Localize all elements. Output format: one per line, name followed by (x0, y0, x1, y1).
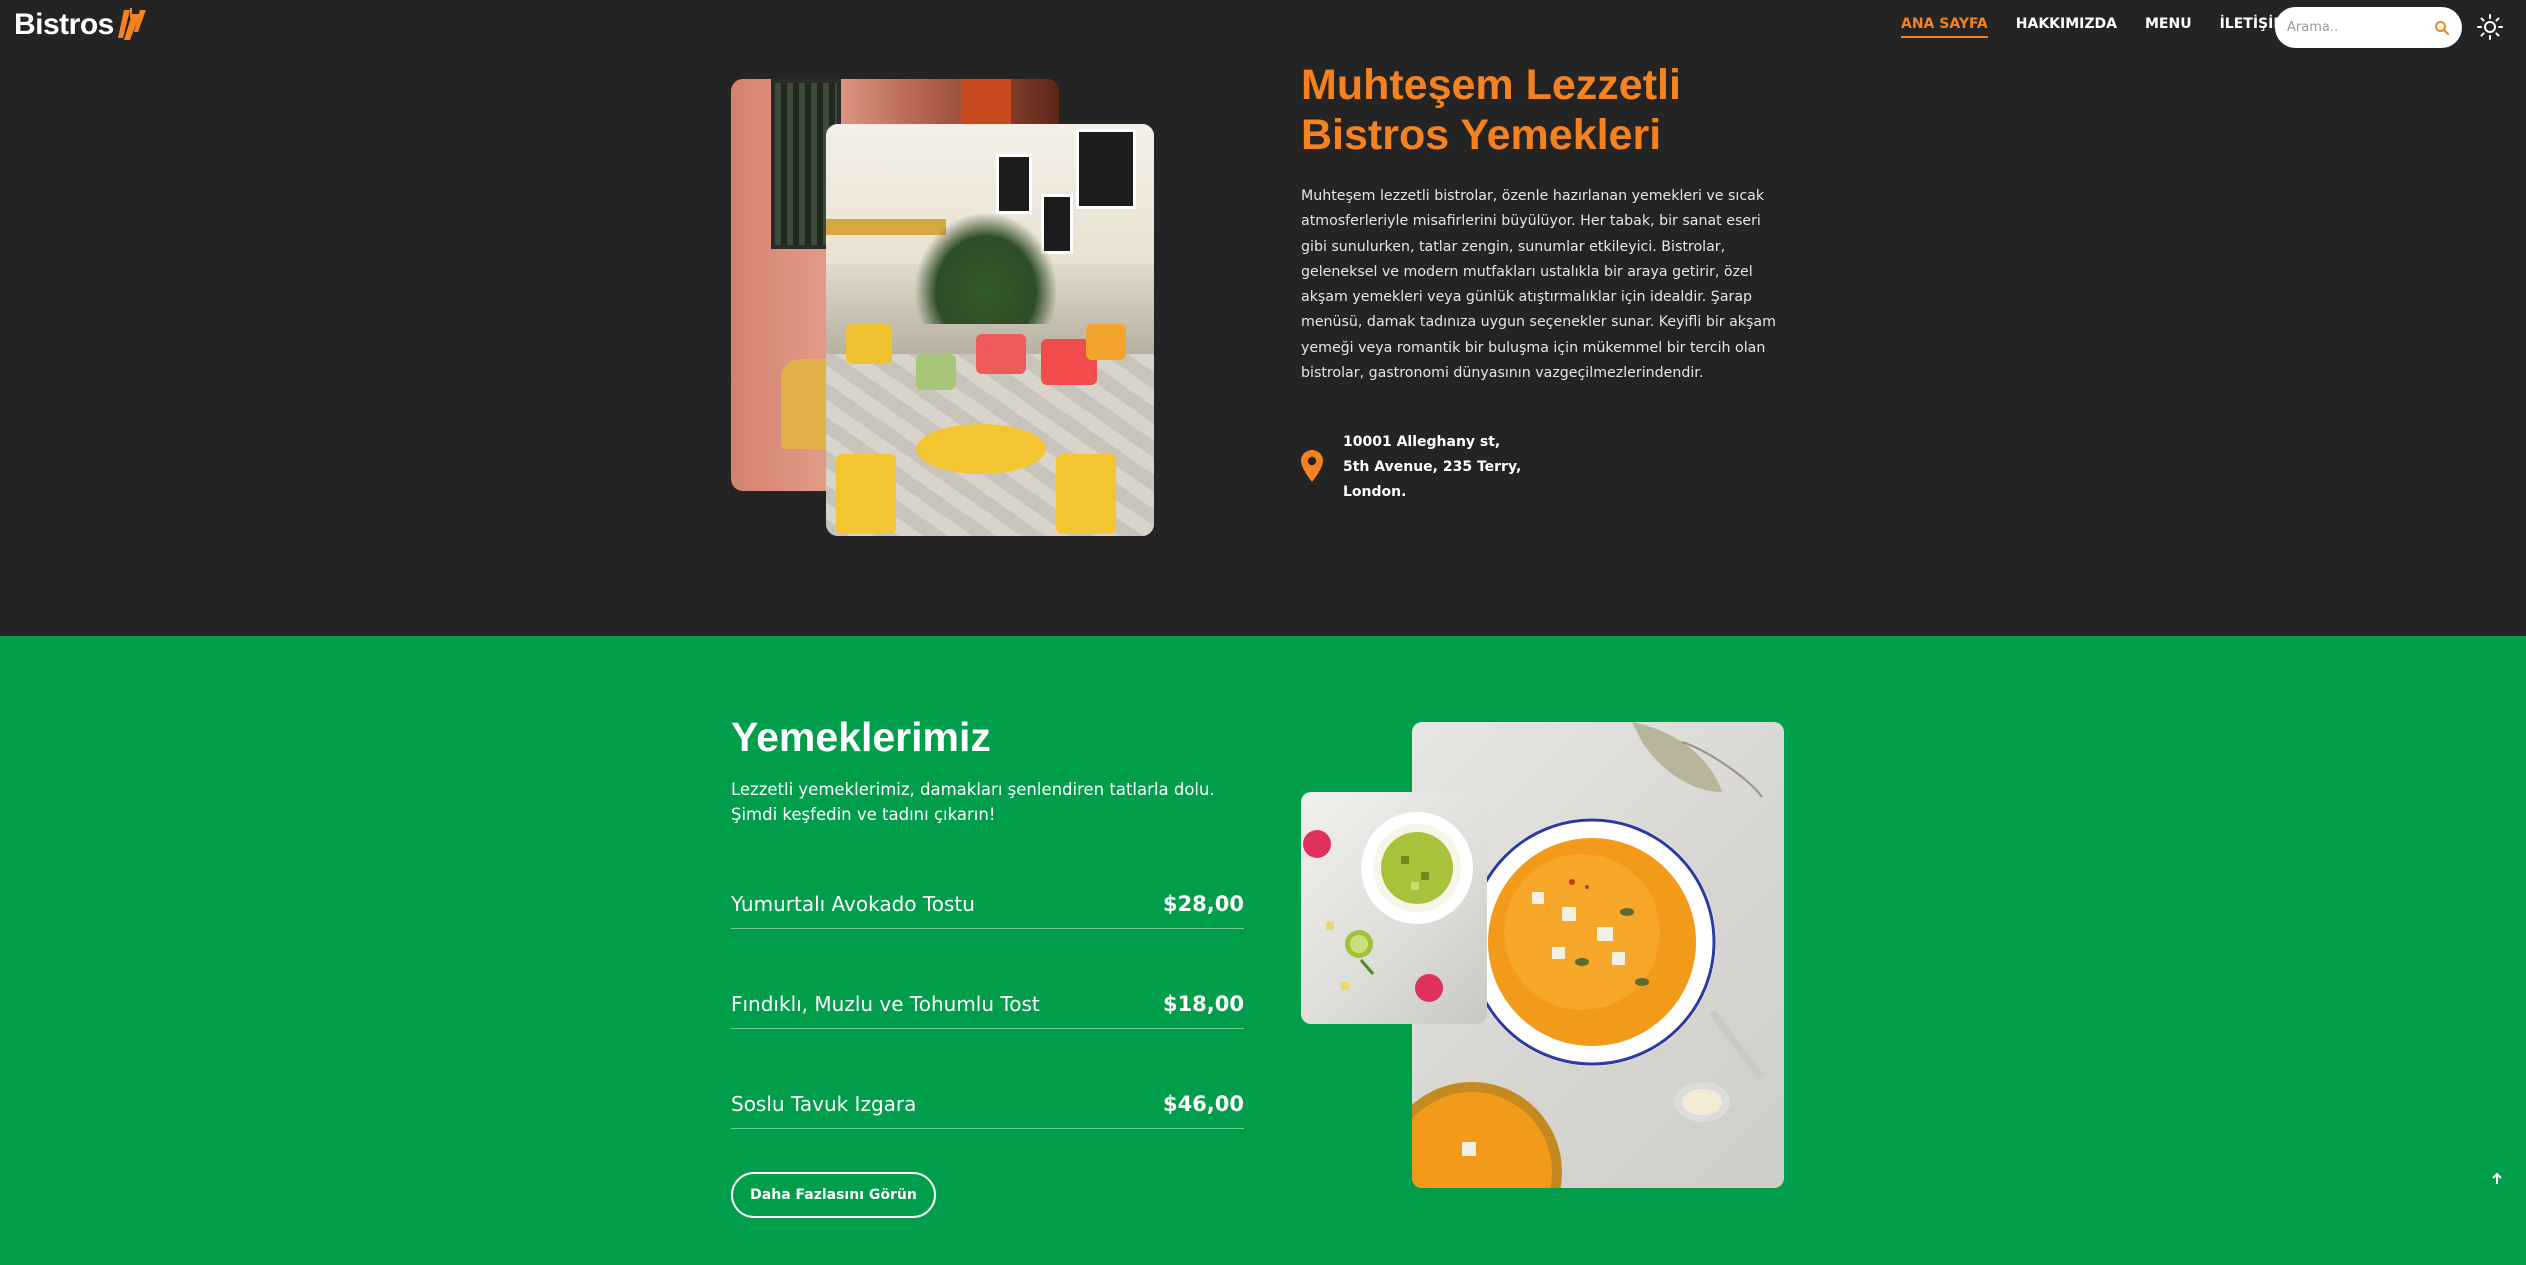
nav-link-home[interactable]: ANA SAYFA (1901, 16, 1988, 38)
nav-link-about[interactable]: HAKKIMIZDA (2016, 16, 2117, 38)
search-icon[interactable] (2434, 20, 2450, 36)
nav-link-menu[interactable]: MENU (2145, 16, 2192, 38)
address-line: 10001 Alleghany st, (1343, 434, 1501, 450)
utensils-logo-icon (117, 8, 146, 40)
menu-section: Yemeklerimiz Lezzetli yemeklerimiz, dama… (0, 636, 2526, 1265)
menu-subtitle: Lezzetli yemeklerimiz, damakları şenlend… (731, 780, 1215, 824)
menu-item-name: Soslu Tavuk Izgara (731, 1091, 917, 1116)
nav-menu: ANA SAYFA HAKKIMIZDA MENU İLETİŞİM (1901, 16, 2315, 38)
menu-item-name: Yumurtalı Avokado Tostu (731, 891, 975, 916)
address-line: 5th Avenue, 235 Terry, (1343, 459, 1522, 475)
hero-description: Muhteşem lezzetli bistrolar, özenle hazı… (1301, 188, 1776, 382)
scroll-to-top-icon[interactable] (2490, 1172, 2504, 1186)
address: 10001 Alleghany st, 5th Avenue, 235 Terr… (1343, 430, 1523, 505)
menu-item[interactable]: Yumurtalı Avokado Tostu $28,00 (731, 879, 1244, 929)
menu-item[interactable]: Soslu Tavuk Izgara $46,00 (731, 1079, 1244, 1129)
hero-title-line2: Bistros Yemekleri (1301, 111, 1662, 159)
search-box (2275, 7, 2462, 48)
menu-title: Yemeklerimiz (731, 714, 991, 760)
logo-text: Bistros (14, 8, 114, 41)
hero-title: Muhteşem Lezzetli Bistros Yemekleri (1301, 60, 1821, 160)
menu-item-price: $18,00 (1162, 991, 1244, 1016)
address-line: London. (1343, 484, 1407, 500)
hero-section: Muhteşem Lezzetli Bistros Yemekleri Muht… (0, 0, 2526, 636)
menu-item-price: $46,00 (1162, 1091, 1244, 1116)
menu-item-price: $28,00 (1162, 891, 1244, 916)
outdoor-terrace-photo (826, 124, 1154, 536)
hero-title-line1: Muhteşem Lezzetli (1301, 61, 1681, 109)
search-input[interactable] (2287, 20, 2427, 35)
menu-item[interactable]: Fındıklı, Muzlu ve Tohumlu Tost $18,00 (731, 979, 1244, 1029)
location-pin-icon (1301, 450, 1323, 482)
avocado-bowl-photo (1301, 792, 1487, 1024)
logo[interactable]: Bistros (14, 8, 150, 42)
see-more-button[interactable]: Daha Fazlasını Görün (731, 1172, 936, 1218)
menu-item-name: Fındıklı, Muzlu ve Tohumlu Tost (731, 991, 1040, 1016)
sun-icon[interactable] (2477, 14, 2503, 40)
top-navbar: Bistros ANA SAYFA HAKKIMIZDA MENU İLETİŞ… (0, 0, 2526, 52)
